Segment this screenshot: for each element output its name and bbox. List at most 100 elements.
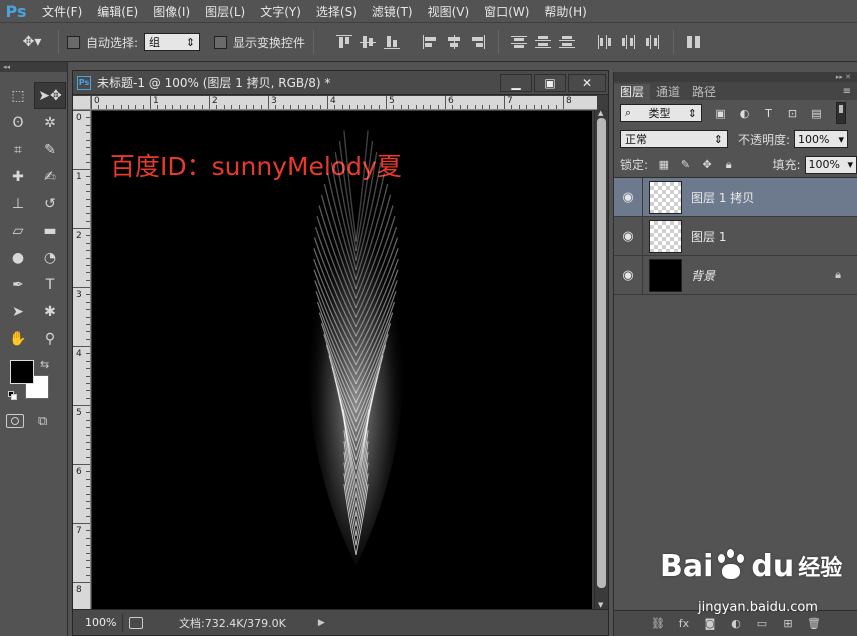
add-mask-icon[interactable]: ◙: [703, 617, 717, 630]
filter-type-dropdown[interactable]: ⌕ 类型 ⇕: [620, 104, 702, 122]
align-hcenter-icon[interactable]: [445, 34, 463, 50]
default-colors-icon[interactable]: [8, 391, 18, 401]
share-icon[interactable]: [129, 616, 143, 629]
visibility-eye-icon[interactable]: ◉: [614, 190, 642, 205]
document-title-bar[interactable]: Ps 未标题-1 @ 100% (图层 1 拷贝, RGB/8) * ▁ ▣ ✕: [73, 71, 608, 95]
auto-align-icon[interactable]: [685, 34, 703, 50]
distribute-top-icon[interactable]: [510, 34, 528, 50]
menu-file[interactable]: 文件(F): [42, 3, 82, 20]
move-tool-preset-icon[interactable]: ✥▾: [14, 28, 50, 56]
hand-tool-icon[interactable]: ✋: [2, 325, 34, 352]
adjustment-layer-icon[interactable]: ◐: [729, 617, 743, 630]
new-group-icon[interactable]: ▭: [755, 617, 769, 630]
distribute-hcenter-icon[interactable]: [620, 34, 638, 50]
layer-row[interactable]: ◉ 背景 🔒︎: [614, 255, 857, 295]
screen-mode-icon[interactable]: ⧉: [38, 414, 56, 429]
filter-smart-object-icon[interactable]: ▤: [810, 107, 823, 120]
vertical-ruler[interactable]: 0 1 2 3 4 5 6 7 8: [73, 110, 91, 610]
link-layers-icon[interactable]: ⛓: [651, 617, 665, 630]
show-transform-checkbox[interactable]: [214, 35, 228, 49]
distribute-bottom-icon[interactable]: [558, 34, 576, 50]
auto-select-dropdown[interactable]: 组 ⇕: [144, 33, 201, 51]
new-layer-icon[interactable]: ⊞: [781, 617, 795, 630]
clone-stamp-tool-icon[interactable]: ⊥: [2, 190, 34, 217]
move-tool-icon[interactable]: ➤✥: [34, 82, 66, 109]
marquee-tool-icon[interactable]: ⬚: [2, 82, 34, 109]
lock-pixels-icon[interactable]: ✎: [680, 158, 692, 171]
foreground-color-swatch[interactable]: [10, 360, 34, 384]
filter-type-icon[interactable]: T: [762, 107, 775, 120]
lasso-tool-icon[interactable]: ʘ: [2, 109, 34, 136]
gradient-tool-icon[interactable]: ▬: [34, 217, 66, 244]
scroll-up-icon[interactable]: ▲: [598, 109, 603, 117]
menu-filter[interactable]: 滤镜(T): [372, 3, 413, 20]
pen-tool-icon[interactable]: ✒: [2, 271, 34, 298]
close-icon[interactable]: ✕: [568, 73, 606, 92]
dodge-tool-icon[interactable]: ◔: [34, 244, 66, 271]
filter-toggle-switch[interactable]: [836, 102, 846, 124]
healing-brush-tool-icon[interactable]: ✚: [2, 163, 34, 190]
align-left-icon[interactable]: [421, 34, 439, 50]
zoom-tool-icon[interactable]: ⚲: [34, 325, 66, 352]
crop-tool-icon[interactable]: ⌗: [2, 136, 34, 163]
path-selection-tool-icon[interactable]: ➤: [2, 298, 34, 325]
quick-mask-icon[interactable]: [6, 414, 24, 428]
layer-row[interactable]: ◉ 图层 1 拷贝: [614, 177, 857, 217]
minimize-icon[interactable]: ▁: [500, 73, 532, 92]
zoom-level[interactable]: 100%: [77, 613, 123, 632]
tab-paths[interactable]: 路径: [686, 84, 722, 100]
blend-mode-dropdown[interactable]: 正常 ⇕: [620, 130, 728, 148]
brush-tool-icon[interactable]: ✍: [34, 163, 66, 190]
canvas[interactable]: 百度ID：sunnyMelody夏: [92, 111, 592, 610]
status-menu-icon[interactable]: ▶: [318, 618, 325, 628]
filter-shape-icon[interactable]: ⊡: [786, 107, 799, 120]
tab-channels[interactable]: 通道: [650, 84, 686, 100]
auto-select-checkbox[interactable]: [67, 35, 80, 49]
align-right-icon[interactable]: [469, 34, 487, 50]
align-top-icon[interactable]: [335, 34, 353, 50]
menu-type[interactable]: 文字(Y): [260, 3, 301, 20]
lock-position-icon[interactable]: ✥: [701, 158, 713, 171]
layer-style-icon[interactable]: fx: [677, 617, 691, 630]
type-tool-icon[interactable]: T: [34, 271, 66, 298]
filter-pixel-icon[interactable]: ▣: [714, 107, 727, 120]
shape-tool-icon[interactable]: ✱: [34, 298, 66, 325]
history-brush-tool-icon[interactable]: ↺: [34, 190, 66, 217]
ruler-origin[interactable]: [73, 96, 91, 110]
scroll-down-icon[interactable]: ▼: [598, 601, 603, 609]
eraser-tool-icon[interactable]: ▱: [2, 217, 34, 244]
visibility-eye-icon[interactable]: ◉: [614, 268, 642, 283]
tab-layers[interactable]: 图层: [614, 84, 651, 100]
distribute-vcenter-icon[interactable]: [534, 34, 552, 50]
filter-adjustment-icon[interactable]: ◐: [738, 107, 751, 120]
distribute-left-icon[interactable]: [596, 34, 614, 50]
toolbox-collapse-icon[interactable]: ◂◂: [0, 62, 67, 72]
distribute-right-icon[interactable]: [644, 34, 662, 50]
magic-wand-tool-icon[interactable]: ✲: [34, 109, 66, 136]
eyedropper-tool-icon[interactable]: ✎: [34, 136, 66, 163]
visibility-eye-icon[interactable]: ◉: [614, 229, 642, 244]
scroll-thumb[interactable]: [597, 118, 606, 588]
menu-view[interactable]: 视图(V): [428, 3, 470, 20]
menu-layer[interactable]: 图层(L): [205, 3, 245, 20]
menu-select[interactable]: 选择(S): [316, 3, 357, 20]
maximize-icon[interactable]: ▣: [534, 73, 566, 92]
menu-window[interactable]: 窗口(W): [484, 3, 529, 20]
fill-field[interactable]: 100% ▾: [804, 155, 857, 174]
swap-colors-icon[interactable]: ⇆: [40, 358, 49, 371]
lock-all-icon[interactable]: 🔒︎: [723, 158, 735, 171]
align-bottom-icon[interactable]: [383, 34, 401, 50]
menu-help[interactable]: 帮助(H): [544, 3, 586, 20]
panel-collapse-icon[interactable]: ▸▸ ✕: [614, 72, 857, 82]
opacity-field[interactable]: 100% ▾: [794, 130, 849, 148]
blur-tool-icon[interactable]: ●: [2, 244, 34, 271]
delete-layer-icon[interactable]: 🗑︎: [807, 617, 821, 630]
horizontal-ruler[interactable]: 0 1 2 3 4 5 6 7 8: [91, 96, 597, 110]
align-vcenter-icon[interactable]: [359, 34, 377, 50]
vertical-scrollbar[interactable]: ▲ ▼: [594, 109, 608, 610]
menu-image[interactable]: 图像(I): [153, 3, 190, 20]
menu-edit[interactable]: 编辑(E): [97, 3, 138, 20]
lock-transparency-icon[interactable]: ▦: [658, 158, 670, 171]
layer-row[interactable]: ◉ 图层 1: [614, 216, 857, 256]
panel-menu-icon[interactable]: ≡: [843, 86, 851, 97]
